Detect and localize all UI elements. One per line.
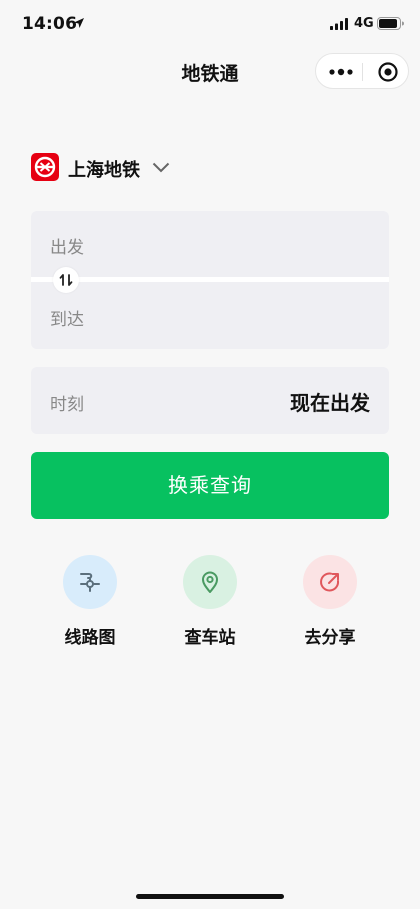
home-indicator[interactable]: [136, 894, 284, 899]
more-dots-icon[interactable]: [329, 65, 353, 79]
chevron-down-icon: [152, 162, 170, 173]
shortcut-label: 查车站: [184, 628, 236, 648]
share-icon-circle: [303, 555, 357, 609]
shortcut-share[interactable]: 去分享: [275, 555, 385, 650]
line-map-icon-circle: [63, 555, 117, 609]
swap-icon: [59, 274, 73, 286]
close-target-icon[interactable]: [377, 61, 399, 83]
cellular-signal-icon: [330, 18, 348, 30]
transfer-search-button[interactable]: 换乘查询: [31, 452, 389, 519]
status-bar: 14:06 4G: [0, 0, 420, 50]
route-card: 出发 到达: [31, 211, 389, 349]
city-name: 上海地铁: [68, 160, 140, 181]
time-value: 现在出发: [290, 391, 370, 415]
status-time: 14:06: [22, 14, 78, 34]
share-icon: [320, 572, 340, 592]
route-divider: [31, 277, 389, 282]
time-selector[interactable]: 时刻 现在出发: [31, 367, 389, 434]
departure-field[interactable]: 出发: [50, 233, 84, 258]
network-type: 4G: [354, 16, 374, 31]
shortcut-label: 去分享: [304, 628, 356, 648]
shortcut-line-map[interactable]: 线路图: [35, 555, 145, 650]
capsule-divider: [362, 63, 363, 81]
shortcut-label: 线路图: [64, 628, 116, 648]
shortcut-find-station[interactable]: 查车站: [155, 555, 265, 650]
battery-icon: [377, 17, 404, 30]
arrival-field[interactable]: 到达: [50, 305, 84, 330]
line-map-icon: [80, 573, 100, 592]
swap-button[interactable]: [53, 267, 79, 293]
location-pin-icon: [202, 571, 218, 593]
time-label: 时刻: [50, 395, 84, 415]
location-arrow-icon: [74, 18, 84, 28]
location-pin-icon-circle: [183, 555, 237, 609]
shanghai-metro-logo: [31, 153, 59, 181]
mini-program-capsule: [315, 53, 409, 89]
